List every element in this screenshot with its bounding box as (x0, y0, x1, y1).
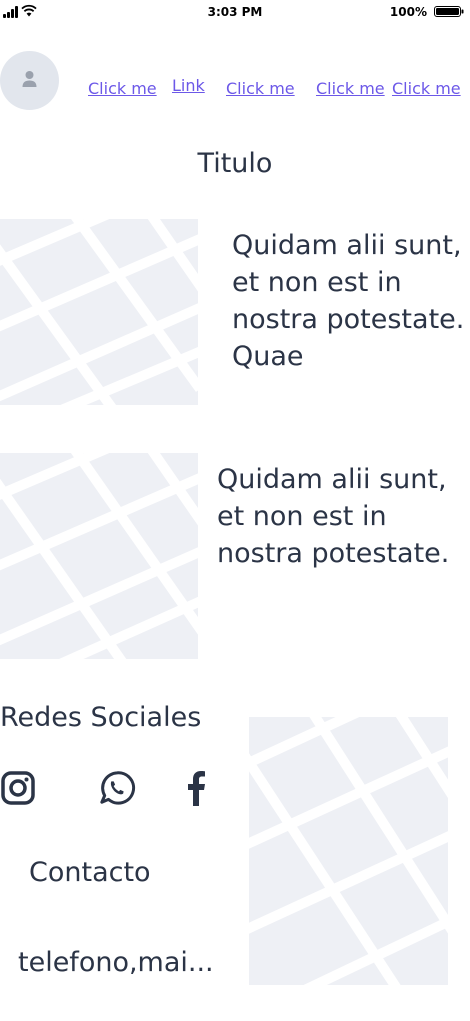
nav-link-click-me-3[interactable]: Click me (316, 79, 385, 98)
section-text: Quidam alii sunt, et non est in nostra p… (217, 464, 450, 569)
user-icon (22, 71, 37, 87)
nav-link-click-me-2[interactable]: Click me (226, 79, 295, 98)
avatar[interactable] (0, 51, 59, 110)
instagram-icon[interactable] (0, 770, 36, 806)
social-title: Redes Sociales (0, 702, 202, 733)
contact-info: telefono,mai... (18, 947, 214, 978)
battery-percentage: 100% (389, 5, 427, 19)
battery-icon (434, 6, 464, 17)
nav-link-click-me-4[interactable]: Click me (392, 79, 461, 98)
status-bar: 3:03 PM 100% (0, 0, 470, 26)
whatsapp-icon[interactable] (98, 770, 136, 806)
image-placeholder (249, 717, 448, 985)
nav-link-click-me-1[interactable]: Click me (88, 79, 157, 98)
facebook-icon[interactable] (187, 770, 209, 806)
nav-link-link[interactable]: Link (172, 76, 205, 95)
page-title: Titulo (197, 148, 273, 179)
image-placeholder (0, 453, 198, 659)
section-text: Quidam alii sunt, et non est in nostra p… (232, 230, 465, 372)
image-placeholder (0, 219, 198, 405)
contact-title: Contacto (29, 857, 151, 888)
